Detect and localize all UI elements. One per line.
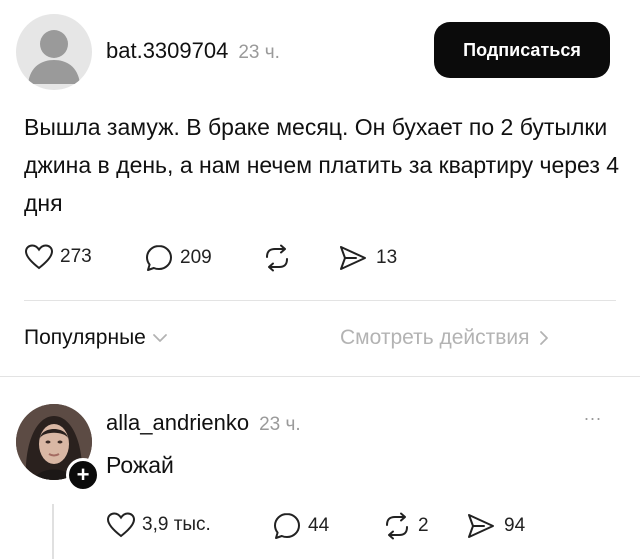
send-icon bbox=[468, 514, 494, 538]
subscribe-button[interactable]: Подписаться bbox=[434, 22, 610, 78]
comment-button[interactable]: 209 bbox=[144, 243, 212, 273]
reply-comment-count: 44 bbox=[308, 515, 330, 536]
author-name[interactable]: bat.3309704 bbox=[106, 38, 228, 64]
post-header: bat.3309704 23 ч. bbox=[106, 38, 280, 64]
sort-popular-label: Популярные bbox=[24, 326, 146, 349]
reply-like-count: 3,9 тыс. bbox=[142, 514, 211, 535]
reply-repost-button[interactable]: 2 bbox=[382, 512, 429, 540]
reply-author-name[interactable]: alla_andrienko bbox=[106, 410, 249, 436]
reply-header: alla_andrienko 23 ч. bbox=[106, 410, 301, 436]
heart-icon bbox=[24, 244, 54, 270]
like-count: 273 bbox=[60, 246, 92, 267]
post-time: 23 ч. bbox=[238, 42, 280, 63]
heart-icon bbox=[106, 512, 136, 538]
default-avatar-icon bbox=[28, 30, 80, 84]
repost-icon bbox=[386, 512, 408, 540]
author-avatar[interactable] bbox=[16, 14, 92, 90]
comment-bubble-icon bbox=[146, 245, 172, 271]
plus-icon: + bbox=[76, 462, 90, 487]
view-actions-label: Смотреть действия bbox=[340, 326, 530, 349]
divider bbox=[24, 300, 616, 301]
follow-plus-button[interactable]: + bbox=[66, 458, 100, 492]
thread-line bbox=[52, 504, 54, 559]
more-options-button[interactable]: ... bbox=[584, 404, 602, 425]
sort-popular-dropdown[interactable]: Популярные bbox=[24, 326, 168, 350]
reply-like-button[interactable]: 3,9 тыс. bbox=[106, 511, 211, 539]
chevron-down-icon bbox=[152, 334, 167, 342]
post-text: Вышла замуж. В браке месяц. Он бухает по… bbox=[24, 114, 620, 216]
reply-time: 23 ч. bbox=[259, 414, 301, 435]
repost-icon bbox=[266, 244, 288, 272]
reply-share-button[interactable]: 94 bbox=[466, 512, 525, 540]
comment-count: 209 bbox=[180, 247, 212, 268]
like-button[interactable]: 273 bbox=[24, 243, 92, 271]
send-icon bbox=[340, 246, 366, 270]
divider bbox=[0, 376, 640, 377]
comment-bubble-icon bbox=[274, 513, 300, 539]
chevron-right-icon bbox=[539, 331, 548, 345]
reply-comment-button[interactable]: 44 bbox=[272, 511, 329, 541]
reply-share-count: 94 bbox=[504, 515, 526, 536]
reply-repost-count: 2 bbox=[418, 515, 429, 536]
share-button[interactable]: 13 bbox=[338, 244, 397, 272]
repost-button[interactable] bbox=[262, 244, 292, 272]
view-actions-link[interactable]: Смотреть действия bbox=[340, 326, 550, 350]
reply-text: Рожай bbox=[106, 452, 174, 478]
share-count: 13 bbox=[376, 247, 398, 268]
